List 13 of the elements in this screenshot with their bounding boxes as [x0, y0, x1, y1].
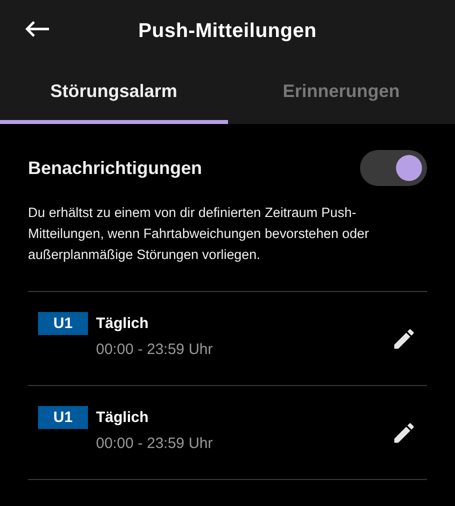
- toggle-switch[interactable]: [360, 150, 427, 186]
- tab[interactable]: Störungsalarm: [0, 62, 228, 124]
- back-arrow-icon[interactable]: [24, 20, 50, 38]
- setting-label: Benachrichtigungen: [28, 158, 202, 178]
- tab[interactable]: Erinnerungen: [228, 62, 455, 124]
- screen-title: Push-Mitteilungen: [138, 20, 317, 42]
- time-range: 00:00 - 23:59 Uhr: [96, 435, 214, 452]
- description-text: Du erhältst zu einem von dir definierten Zeitraum Push-Mitteilungen, wenn Fahrtabweichungen bevorstehen oder außerplanmäßige Störungen vorliegen.: [28, 204, 370, 264]
- time-range: 00:00 - 23:59 Uhr: [96, 341, 214, 358]
- alarm-title: Täglich: [96, 314, 150, 334]
- alarm-title: Täglich: [96, 408, 150, 428]
- line-badge: U1: [38, 406, 88, 429]
- line-badge: U1: [38, 312, 88, 335]
